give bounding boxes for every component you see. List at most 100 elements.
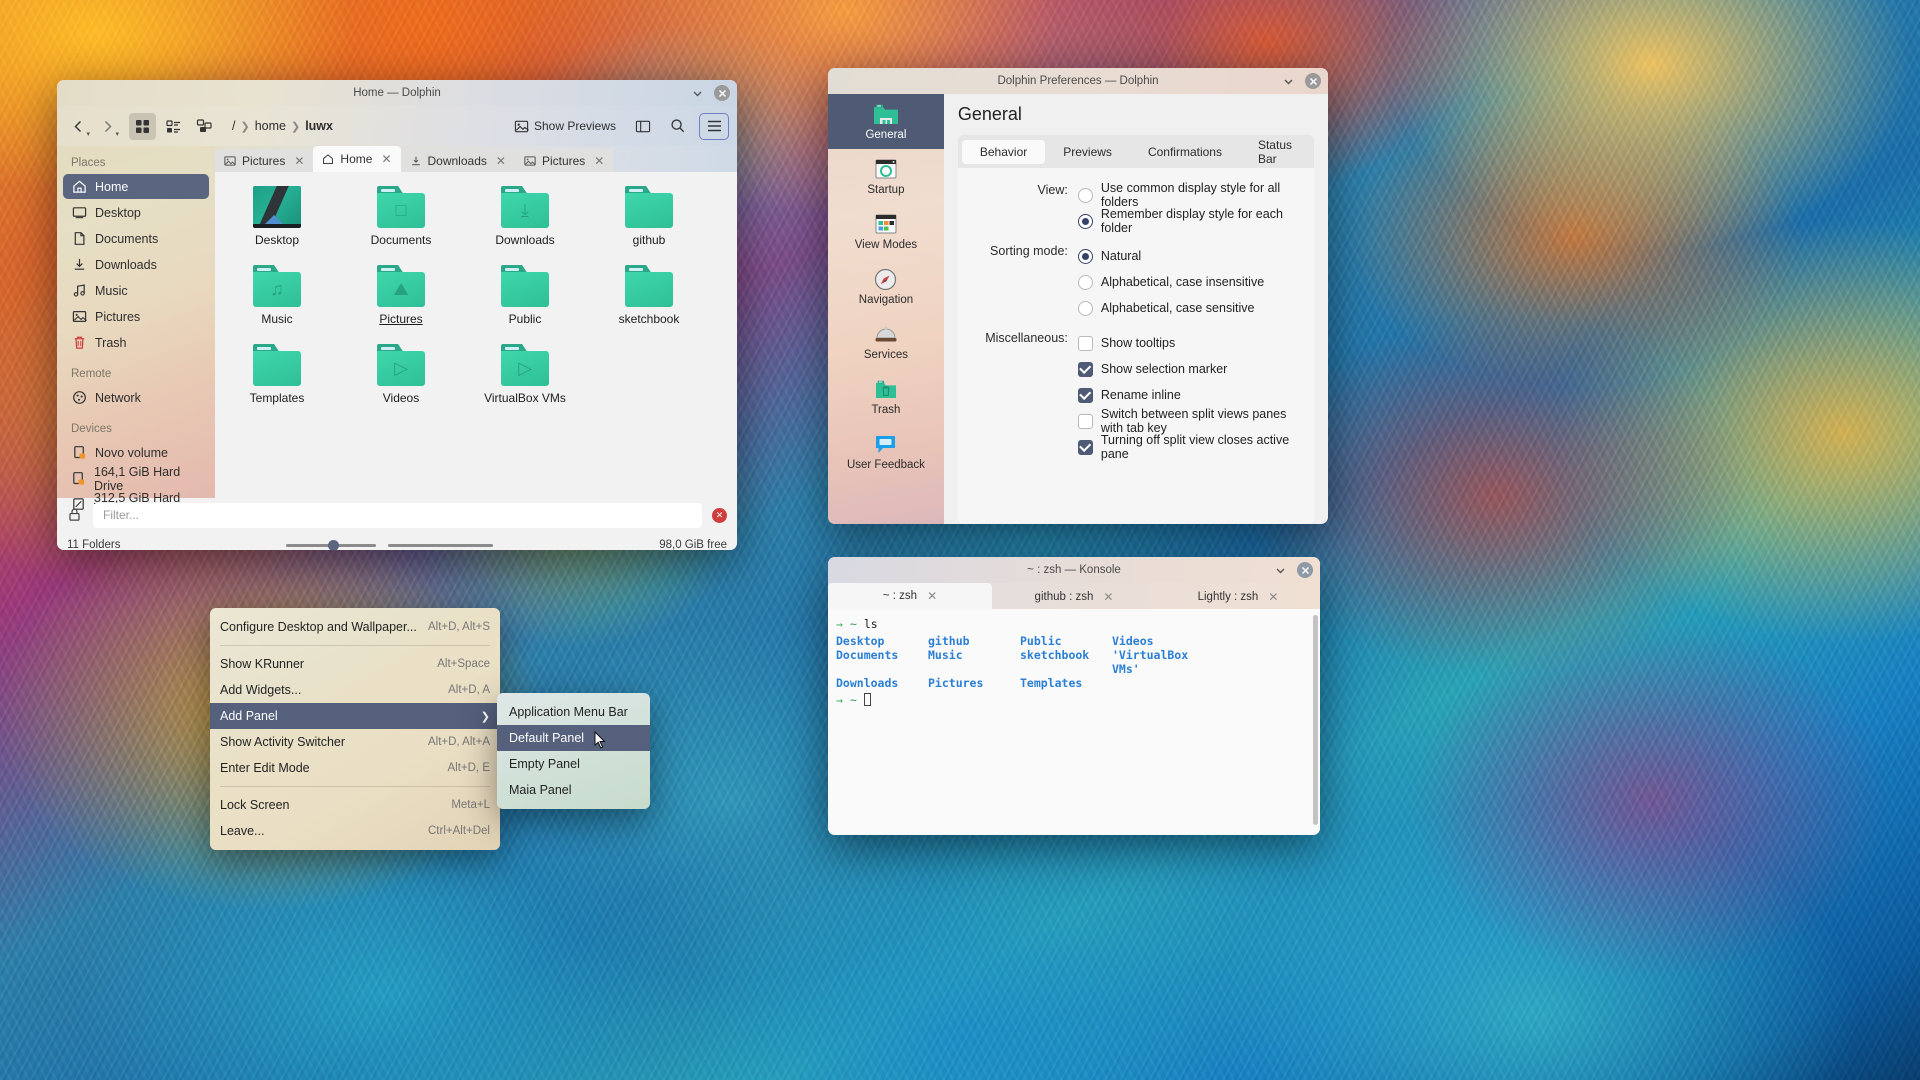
zoom-slider[interactable] <box>120 544 659 547</box>
filter-input[interactable]: Filter... <box>93 503 702 528</box>
konsole-tabbar[interactable]: ~ : zsh ✕ github : zsh ✕ Lightly : zsh ✕ <box>828 583 1320 609</box>
back-icon[interactable]: ▾ <box>65 113 91 139</box>
lock-icon[interactable] <box>67 507 83 523</box>
dolphin-toolbar-right[interactable]: Show Previews <box>508 113 729 140</box>
file-grid[interactable]: Desktop□Documents⤓Downloadsgithub ♫Music⛰… <box>215 172 737 498</box>
tab-previews[interactable]: Previews <box>1045 140 1130 164</box>
radio-button[interactable] <box>1078 301 1093 316</box>
context-menu-item[interactable]: Leave...Ctrl+Alt+Del <box>210 818 500 844</box>
tab-close-icon[interactable]: ✕ <box>381 152 391 166</box>
setting-option[interactable]: Natural <box>1078 243 1304 269</box>
checkbox[interactable] <box>1078 414 1093 429</box>
submenu-item[interactable]: Empty Panel <box>497 751 650 777</box>
prefs-item-startup[interactable]: Startup <box>828 149 944 204</box>
konsole-tab-github[interactable]: github : zsh ✕ <box>992 585 1156 609</box>
sidebar-item-pictures[interactable]: Pictures <box>63 304 209 329</box>
sidebar-item-novo-volume[interactable]: Novo volume <box>63 440 209 465</box>
context-menu-item[interactable]: Configure Desktop and Wallpaper...Alt+D,… <box>210 614 500 640</box>
tab-close-icon[interactable]: ✕ <box>927 589 937 603</box>
file-item[interactable]: Public <box>463 265 587 344</box>
tab-pictures-2[interactable]: Pictures ✕ <box>515 149 613 172</box>
sidebar-item-downloads[interactable]: Downloads <box>63 252 209 277</box>
prefs-item-user-feedback[interactable]: User Feedback <box>828 424 944 479</box>
sidebar-item-desktop[interactable]: Desktop <box>63 200 209 225</box>
minimize-icon[interactable] <box>1281 74 1296 89</box>
context-menu-item[interactable]: Show KRunnerAlt+Space <box>210 651 500 677</box>
tab-home[interactable]: Home ✕ <box>313 146 400 172</box>
setting-option[interactable]: Rename inline <box>1078 382 1304 408</box>
checkbox[interactable] <box>1078 388 1093 403</box>
dolphin-window[interactable]: Home — Dolphin ▾ ▾ <box>57 80 737 550</box>
show-previews-button[interactable]: Show Previews <box>508 115 622 138</box>
file-item[interactable]: Desktop <box>215 186 339 265</box>
submenu-item[interactable]: Application Menu Bar <box>497 699 650 725</box>
breadcrumb-root[interactable]: / <box>232 119 235 133</box>
konsole-window-controls[interactable] <box>1273 557 1313 583</box>
breadcrumb[interactable]: / ❯ home ❯ luwx <box>232 119 333 133</box>
tab-close-icon[interactable]: ✕ <box>294 154 304 168</box>
prefs-sidebar[interactable]: General Startup <box>828 94 944 524</box>
konsole-titlebar[interactable]: ~ : zsh — Konsole <box>828 557 1320 583</box>
setting-option[interactable]: Alphabetical, case insensitive <box>1078 269 1304 295</box>
setting-option[interactable]: Use common display style for all folders <box>1078 182 1304 208</box>
prefs-item-general[interactable]: General <box>828 94 944 149</box>
sidebar-item-hdd-164[interactable]: 164,1 GiB Hard Drive <box>63 466 209 491</box>
file-item[interactable]: ⛰Pictures <box>339 265 463 344</box>
konsole-window[interactable]: ~ : zsh — Konsole ~ : zsh ✕ github : zsh… <box>828 557 1320 835</box>
setting-option[interactable]: Switch between split views panes with ta… <box>1078 408 1304 434</box>
context-menu-item[interactable]: Show Activity SwitcherAlt+D, Alt+A <box>210 729 500 755</box>
prefs-settings-panel[interactable]: View:Use common display style for all fo… <box>958 168 1314 524</box>
close-icon[interactable] <box>1305 73 1321 89</box>
breadcrumb-item-home[interactable]: home <box>255 119 286 133</box>
sidebar-item-network[interactable]: Network <box>63 385 209 410</box>
file-item[interactable]: ♫Music <box>215 265 339 344</box>
dolphin-tabbar[interactable]: Pictures ✕ Home ✕ Downloads ✕ Pictures ✕ <box>215 146 737 172</box>
minimize-icon[interactable] <box>690 86 705 101</box>
file-item[interactable]: □Documents <box>339 186 463 265</box>
file-item[interactable]: github <box>587 186 711 265</box>
places-sidebar[interactable]: Places Home Desktop Documents <box>57 146 215 498</box>
sidebar-item-trash[interactable]: Trash <box>63 330 209 355</box>
preferences-window[interactable]: Dolphin Preferences — Dolphin General <box>828 68 1328 524</box>
forward-dropdown-caret[interactable]: ▾ <box>115 130 119 138</box>
sidebar-item-documents[interactable]: Documents <box>63 226 209 251</box>
prefs-tabbar[interactable]: Behavior Previews Confirmations Status B… <box>958 135 1314 168</box>
zoom-slider-track[interactable] <box>286 544 376 547</box>
submenu-item[interactable]: Maia Panel <box>497 777 650 803</box>
radio-button[interactable] <box>1078 275 1093 290</box>
prefs-window-controls[interactable] <box>1281 68 1321 94</box>
filter-bar[interactable]: Filter... ✕ <box>57 498 737 532</box>
terminal-output[interactable]: → ~ ls DesktopgithubPublicVideosDocument… <box>828 609 1320 835</box>
close-icon[interactable] <box>1297 562 1313 578</box>
prefs-item-navigation[interactable]: Navigation <box>828 259 944 314</box>
context-menu-item[interactable]: Add Panel❯ <box>210 703 500 729</box>
tab-downloads[interactable]: Downloads ✕ <box>401 149 515 172</box>
tab-close-icon[interactable]: ✕ <box>496 154 506 168</box>
tab-close-icon[interactable]: ✕ <box>1103 590 1113 604</box>
add-panel-submenu[interactable]: Application Menu BarDefault PanelEmpty P… <box>497 693 650 809</box>
forward-icon[interactable]: ▾ <box>94 113 120 139</box>
tab-behavior[interactable]: Behavior <box>962 140 1045 164</box>
file-item[interactable]: ▷VirtualBox VMs <box>463 344 587 423</box>
prefs-titlebar[interactable]: Dolphin Preferences — Dolphin <box>828 68 1328 94</box>
back-dropdown-caret[interactable]: ▾ <box>86 130 90 138</box>
context-menu-item[interactable]: Enter Edit ModeAlt+D, E <box>210 755 500 781</box>
konsole-tab-lightly[interactable]: Lightly : zsh ✕ <box>1156 585 1320 609</box>
setting-option[interactable]: Show tooltips <box>1078 330 1304 356</box>
close-icon[interactable] <box>714 85 730 101</box>
context-menu-item[interactable]: Lock ScreenMeta+L <box>210 792 500 818</box>
zoom-slider-handle[interactable] <box>328 540 339 551</box>
icon-view-icon[interactable] <box>129 113 156 140</box>
tab-confirmations[interactable]: Confirmations <box>1130 140 1240 164</box>
dolphin-titlebar[interactable]: Home — Dolphin <box>57 80 737 106</box>
konsole-tab-zsh[interactable]: ~ : zsh ✕ <box>828 583 992 609</box>
context-menu-item[interactable]: Add Widgets...Alt+D, A <box>210 677 500 703</box>
file-item[interactable]: sketchbook <box>587 265 711 344</box>
file-item[interactable]: ▷Videos <box>339 344 463 423</box>
details-view-icon[interactable] <box>160 113 187 140</box>
setting-option[interactable]: Turning off split view closes active pan… <box>1078 434 1304 460</box>
tab-close-icon[interactable]: ✕ <box>1268 590 1278 604</box>
tab-close-icon[interactable]: ✕ <box>594 154 604 168</box>
file-item[interactable]: ⤓Downloads <box>463 186 587 265</box>
checkbox[interactable] <box>1078 440 1093 455</box>
